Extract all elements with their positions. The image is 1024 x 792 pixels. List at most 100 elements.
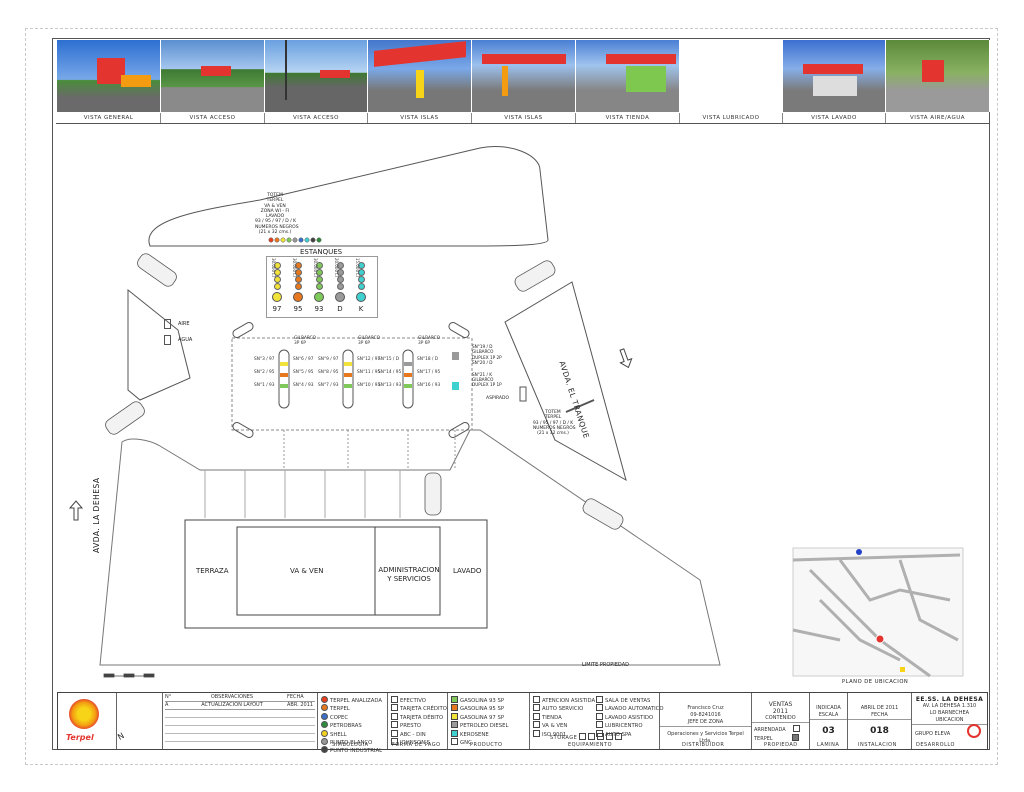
dispenser-head-label: GILBARCO 3P 6P: [418, 336, 440, 346]
scale-bar: [103, 673, 155, 678]
checkbox-icon: [451, 704, 458, 712]
checkbox-icon: [391, 696, 398, 703]
distribuidor-label: DISTRIBUIDOR: [682, 742, 725, 748]
top-island: [148, 146, 549, 247]
tank-capacity: 30.000 LT: [292, 258, 297, 278]
checkbox-icon: [391, 729, 398, 737]
legend-text: GASOLINA 95 SP: [460, 706, 505, 713]
producto-list: GASOLINA 93 SP GASOLINA 95 SP GASOLINA 97 …: [451, 696, 508, 746]
text: SN°20 / D: [472, 360, 493, 366]
equipamiento-list-a: ATENCION ASISTIDA AUTO SERVICIO TIENDA VA &…: [533, 696, 595, 738]
propiedad-label: PROPIEDAD: [764, 742, 798, 748]
legend-item: TIENDA: [533, 712, 595, 721]
tank-dot: [337, 283, 344, 290]
tank-marker: [272, 292, 282, 302]
revision-rows-empty: [165, 710, 315, 744]
legend-item: VA & VEN: [533, 721, 595, 729]
nozzle-label: SN°13 / 93: [378, 383, 402, 388]
legend-item: EFECTIVO: [391, 696, 447, 704]
legend-item: TARJETA CRÉDITO: [391, 704, 447, 712]
storage-label: STORAGE: [550, 735, 578, 741]
legend-dot-icon: [321, 696, 328, 703]
fecha-value: ABRIL DE 2011: [860, 705, 899, 711]
ventas-label: VENTAS: [768, 701, 793, 708]
tank-dot: [295, 283, 302, 290]
legend-text: GASOLINA 93 SP: [460, 698, 505, 704]
tank-capacity: 30.000 LT: [313, 258, 318, 278]
legend-item: PRESTO: [391, 721, 447, 729]
nozzle-label: SN°3 / 97: [254, 357, 275, 362]
legend-dot-icon: [321, 704, 328, 712]
nozzle-label: SN°8 / 95: [318, 370, 339, 375]
checkbox-icon: [391, 704, 398, 712]
agua-station: [164, 335, 171, 345]
tank-marker: [293, 292, 303, 302]
text: ABR. 2011: [287, 702, 314, 708]
legend-text: LAVADO AUTOMATICO: [605, 706, 664, 713]
room-lavado: LAVADO: [453, 567, 482, 575]
legend-item: LAVADO ASISTIDO: [596, 712, 664, 721]
legend-item: SALA DE VENTAS: [596, 696, 664, 704]
text: (21 x 32 cms.): [537, 431, 569, 437]
station-address: AV. LA DEHESA 1.310: [922, 703, 977, 709]
legend-text: PUNTO INDUSTRIAL: [330, 748, 383, 755]
room-vaven: VA & VEN: [290, 567, 324, 575]
aspirado-label: ASPIRADO: [486, 396, 510, 401]
legend-text: LAVADO ASISTIDO: [605, 714, 654, 721]
agua-label: AGUA: [178, 337, 193, 343]
revisions-table: N° OBSERVACIONES FECHA A ACTUALIZACION LAYO…: [162, 693, 317, 749]
nozzle-label: SN°1 / 93: [254, 383, 275, 388]
simbologia-label: SIMBOLOGIA: [332, 742, 369, 748]
checkbox-terpel[interactable]: [792, 734, 800, 741]
legend-item: PETROLEO DIESEL: [451, 721, 508, 729]
nozzle-label: SN°2 / 95: [254, 370, 275, 375]
checkbox-icon: [596, 696, 603, 703]
checkbox-icon: [451, 729, 458, 737]
equipamiento-cell: ATENCION ASISTIDA AUTO SERVICIO TIENDA VA &…: [529, 693, 664, 749]
tank-fuel-label: D: [337, 305, 343, 313]
dispenser-head-label: GILBARCO 3P 6P: [294, 336, 316, 346]
legend-text: PETROLEO DIESEL: [460, 723, 509, 730]
distribuidor-cell: Francisco Cruz 09-8241016 JEFE DE ZONA O…: [659, 693, 751, 749]
car: [514, 260, 556, 292]
desarrollo-label: DESARROLLO: [916, 742, 955, 748]
text: ACTUALIZACION LAYOUT: [201, 702, 263, 708]
text: 3P 6P: [358, 341, 371, 346]
checkbox-icon: [596, 712, 603, 720]
eleva-logo-icon: [967, 724, 981, 738]
text: 93 / 95 / 97 / D / K: [255, 219, 297, 225]
nozzle-label: SN°14 / 95: [378, 370, 402, 375]
instalacion-label: INSTALACION: [858, 742, 897, 748]
checkbox-icon: [451, 696, 458, 703]
revisions-header: N° OBSERVACIONES FECHA: [165, 694, 315, 702]
fecha-cell: ABRIL DE 2011 FECHA 018 INSTALACION: [847, 693, 911, 749]
legend-item: TERPEL ANALIZADA: [321, 696, 382, 704]
fecha-label: FECHA: [848, 712, 911, 720]
nozzle-label: SN°15 / D: [378, 357, 400, 362]
forma-pago-cell: EFECTIVO TARJETA CRÉDITO TARJETA DÉBITO PRE…: [387, 693, 447, 749]
building-outline: [184, 519, 488, 629]
jefe-role: JEFE DE ZONA: [660, 719, 751, 727]
nozzle-label: SN°5 / 95: [293, 370, 314, 375]
ventas-year: 2011: [772, 708, 789, 715]
contenido-label: CONTENIDO: [752, 715, 809, 723]
legend-text: SHELL: [330, 731, 347, 738]
legend-dot-icon: [321, 712, 328, 720]
legend-text: PRESTO: [400, 723, 421, 730]
checkbox-icon: [596, 704, 603, 712]
nozzle-label: SN°17 / 95: [417, 370, 441, 375]
checkbox-icon: [533, 704, 540, 712]
limite-propiedad-label: LIMITE PROPIEDAD: [582, 662, 629, 668]
checkbox-arrendada[interactable]: [793, 725, 801, 732]
legend-dot-icon: [321, 738, 328, 746]
avda-dehesa-label: AVDA. LA DEHESA: [92, 477, 101, 553]
checkbox-icon: [391, 712, 398, 720]
legend-text: COPEC: [330, 714, 349, 721]
escala-label: ESCALA: [810, 712, 847, 720]
legend-text: AUTO SERVICIO: [542, 706, 584, 713]
tank-fuel-label: 93: [314, 305, 324, 313]
nozzle-label: SN°10 / 93: [357, 383, 381, 388]
legend-dot-icon: [321, 721, 328, 729]
checkbox-icon: [451, 738, 458, 746]
nozzle-label: SN°11 / 95: [357, 370, 381, 375]
